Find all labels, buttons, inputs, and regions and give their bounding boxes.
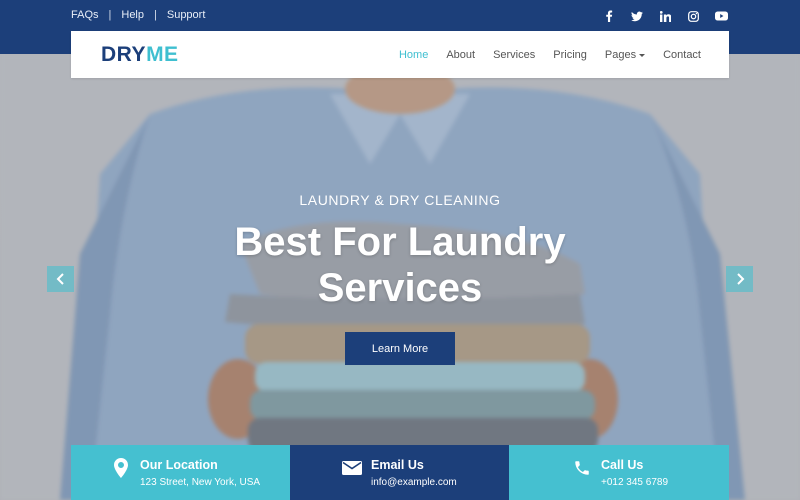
separator: | bbox=[154, 9, 157, 21]
hero-kicker: LAUNDRY & DRY CLEANING bbox=[299, 192, 501, 208]
phone-box: Call Us +012 345 6789 bbox=[509, 445, 729, 500]
help-link[interactable]: Help bbox=[121, 9, 144, 21]
location-detail: 123 Street, New York, USA bbox=[140, 477, 261, 488]
chevron-right-icon bbox=[736, 273, 744, 285]
faqs-link[interactable]: FAQs bbox=[71, 9, 99, 21]
logo-text-dark: DRY bbox=[101, 42, 147, 66]
location-title: Our Location bbox=[140, 458, 218, 472]
phone-icon bbox=[571, 457, 593, 479]
email-detail[interactable]: info@example.com bbox=[371, 477, 457, 488]
top-links: FAQs | Help | Support bbox=[71, 9, 205, 21]
nav-item-pages-label: Pages bbox=[604, 48, 637, 61]
nav-menu: Home About Services Pricing Pages Contac… bbox=[399, 49, 701, 61]
facebook-icon[interactable] bbox=[601, 8, 617, 24]
social-links bbox=[601, 8, 729, 24]
nav-item-pricing[interactable]: Pricing bbox=[553, 49, 587, 61]
separator: | bbox=[108, 9, 112, 21]
hero-title: Best For Laundry Services bbox=[0, 219, 800, 311]
main-navbar: DRYME Home About Services Pricing Pages … bbox=[71, 31, 729, 78]
brand-logo[interactable]: DRYME bbox=[101, 43, 179, 67]
email-box: Email Us info@example.com bbox=[290, 445, 509, 500]
support-link[interactable]: Support bbox=[167, 9, 206, 21]
youtube-icon[interactable] bbox=[713, 8, 729, 24]
email-title: Email Us bbox=[371, 458, 424, 472]
hero-title-line-1: Best For Laundry bbox=[234, 220, 566, 264]
carousel-prev-button[interactable] bbox=[47, 266, 74, 292]
chevron-left-icon bbox=[56, 273, 64, 285]
map-marker-icon bbox=[110, 457, 132, 479]
hero-title-line-2: Services bbox=[317, 266, 483, 310]
caret-down-icon bbox=[639, 53, 646, 57]
nav-item-services[interactable]: Services bbox=[493, 49, 535, 61]
phone-detail[interactable]: +012 345 6789 bbox=[601, 477, 668, 488]
instagram-icon[interactable] bbox=[685, 8, 701, 24]
twitter-icon[interactable] bbox=[629, 8, 645, 24]
nav-item-contact[interactable]: Contact bbox=[663, 49, 701, 61]
linkedin-icon[interactable] bbox=[657, 8, 673, 24]
logo-text-accent: ME bbox=[146, 42, 179, 66]
envelope-icon bbox=[341, 457, 363, 479]
nav-item-home[interactable]: Home bbox=[399, 49, 428, 61]
learn-more-button[interactable]: Learn More bbox=[345, 332, 455, 365]
carousel-next-button[interactable] bbox=[726, 266, 753, 292]
location-box: Our Location 123 Street, New York, USA bbox=[71, 445, 290, 500]
nav-item-pages[interactable]: Pages bbox=[604, 48, 646, 61]
phone-title: Call Us bbox=[601, 458, 644, 472]
nav-item-about[interactable]: About bbox=[446, 49, 475, 61]
